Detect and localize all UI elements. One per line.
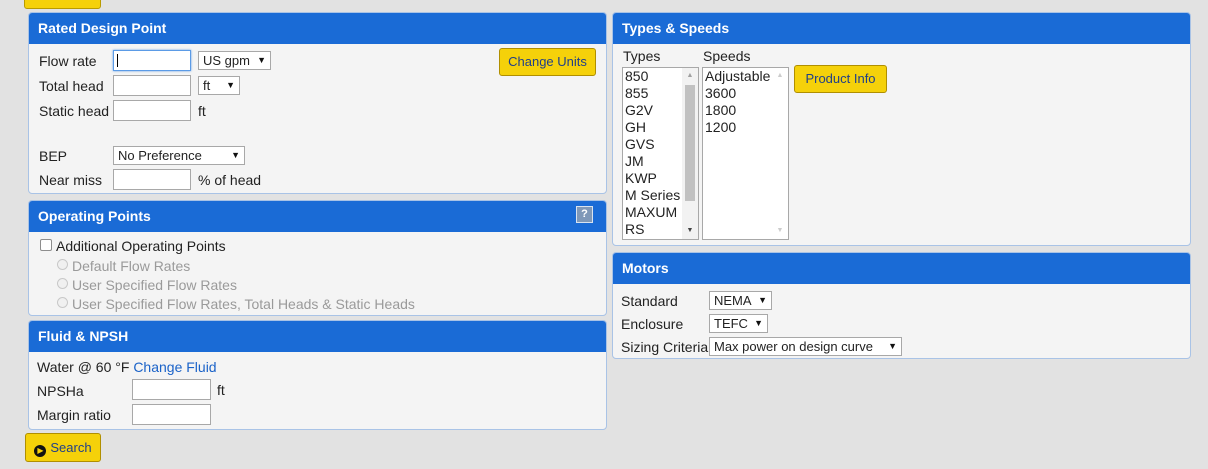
rated-design-point-panel: Rated Design Point Flow rate US gpm ▼ To… <box>28 12 607 194</box>
total-head-label: Total head <box>39 78 104 94</box>
scroll-up-icon[interactable]: ▲ <box>682 68 698 84</box>
enclosure-value: TEFC <box>714 316 748 331</box>
chevron-down-icon: ▼ <box>888 341 897 351</box>
user-flow-rates-radio[interactable] <box>57 278 68 289</box>
fluid-description: Water @ 60 °F Change Fluid <box>37 359 217 375</box>
static-head-input[interactable] <box>113 100 191 121</box>
margin-ratio-label: Margin ratio <box>37 407 111 423</box>
types-speeds-title: Types & Speeds <box>613 13 1190 44</box>
search-button-label: Search <box>50 440 92 455</box>
fluid-npsh-title: Fluid & NPSH <box>29 321 606 352</box>
fluid-npsh-panel: Fluid & NPSH Water @ 60 °F Change Fluid … <box>28 320 607 430</box>
chevron-down-icon: ▼ <box>231 150 240 160</box>
static-head-unit: ft <box>198 103 206 119</box>
margin-ratio-input[interactable] <box>132 404 211 425</box>
chevron-down-icon: ▼ <box>754 318 763 328</box>
arrow-right-circle-icon: ▶ <box>34 445 47 457</box>
bep-select[interactable]: No Preference ▼ <box>113 146 245 165</box>
change-fluid-link[interactable]: Change Fluid <box>133 359 216 375</box>
sizing-criteria-select[interactable]: Max power on design curve ▼ <box>709 337 902 356</box>
default-flow-rates-label: Default Flow Rates <box>72 258 191 274</box>
speeds-scrollbar[interactable]: ▲ ▼ <box>772 68 788 239</box>
default-flow-rates-radio[interactable] <box>57 259 68 270</box>
operating-points-panel: Operating Points ? Additional Operating … <box>28 200 607 316</box>
types-scrollbar[interactable]: ▲ ▼ <box>682 68 698 239</box>
scroll-down-icon[interactable]: ▼ <box>772 223 788 239</box>
near-miss-unit: % of head <box>198 172 262 188</box>
types-label: Types <box>623 48 661 64</box>
standard-label: Standard <box>621 293 678 309</box>
top-button-stub[interactable] <box>24 0 101 9</box>
operating-points-title: Operating Points <box>29 201 606 232</box>
near-miss-input[interactable] <box>113 169 191 190</box>
sizing-criteria-label: Sizing Criteria <box>621 339 709 355</box>
bep-label: BEP <box>39 148 68 164</box>
scroll-down-icon[interactable]: ▼ <box>682 223 698 239</box>
user-flow-heads-label: User Specified Flow Rates, Total Heads &… <box>72 296 415 312</box>
fluid-text: Water @ 60 °F <box>37 359 130 375</box>
total-head-input[interactable] <box>113 75 191 96</box>
bep-value: No Preference <box>118 148 202 163</box>
additional-operating-points-checkbox[interactable] <box>40 239 52 251</box>
static-head-label: Static head <box>39 103 110 119</box>
enclosure-select[interactable]: TEFC ▼ <box>709 314 768 333</box>
flow-rate-label: Flow rate <box>39 53 97 69</box>
speeds-listbox[interactable]: Adjustable 3600 1800 1200 ▲ ▼ <box>702 67 789 240</box>
scroll-thumb[interactable] <box>685 85 695 201</box>
npsha-input[interactable] <box>132 379 211 400</box>
change-units-button[interactable]: Change Units <box>499 48 596 76</box>
scroll-up-icon[interactable]: ▲ <box>772 68 788 84</box>
standard-select[interactable]: NEMA ▼ <box>709 291 772 310</box>
npsha-label: NPSHa <box>37 383 84 399</box>
flow-unit-value: US gpm <box>203 53 250 68</box>
head-unit-value: ft <box>203 78 211 93</box>
flow-unit-select[interactable]: US gpm ▼ <box>198 51 271 70</box>
enclosure-label: Enclosure <box>621 316 684 332</box>
npsha-unit: ft <box>217 382 225 398</box>
head-unit-select[interactable]: ft ▼ <box>198 76 240 95</box>
chevron-down-icon: ▼ <box>226 80 235 90</box>
flow-rate-input[interactable] <box>113 50 191 71</box>
types-listbox[interactable]: 850 855 G2V GH GVS JM KWP M Series MAXUM… <box>622 67 699 240</box>
user-flow-rates-label: User Specified Flow Rates <box>72 277 237 293</box>
product-info-button[interactable]: Product Info <box>794 65 887 93</box>
speeds-label: Speeds <box>703 48 751 64</box>
near-miss-label: Near miss <box>39 172 103 188</box>
rated-design-point-title: Rated Design Point <box>29 13 606 44</box>
search-button[interactable]: ▶ Search <box>25 433 101 462</box>
standard-value: NEMA <box>714 293 752 308</box>
help-icon[interactable]: ? <box>576 206 593 223</box>
types-speeds-panel: Types & Speeds Types Speeds 850 855 G2V … <box>612 12 1191 246</box>
motors-panel: Motors Standard NEMA ▼ Enclosure TEFC ▼ … <box>612 252 1191 359</box>
user-flow-heads-radio[interactable] <box>57 297 68 308</box>
chevron-down-icon: ▼ <box>758 295 767 305</box>
motors-title: Motors <box>613 253 1190 284</box>
additional-operating-points-label: Additional Operating Points <box>56 238 226 254</box>
chevron-down-icon: ▼ <box>257 55 266 65</box>
sizing-criteria-value: Max power on design curve <box>714 339 873 354</box>
